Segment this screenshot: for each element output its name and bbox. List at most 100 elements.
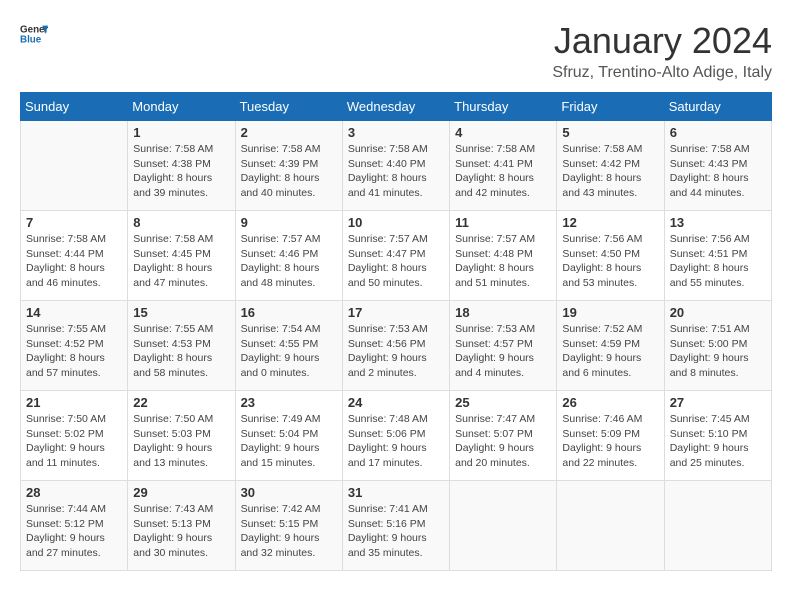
logo-icon: General Blue (20, 20, 48, 48)
weekday-header-wednesday: Wednesday (342, 93, 449, 121)
svg-text:Blue: Blue (20, 34, 42, 45)
day-number: 2 (241, 125, 337, 140)
day-number: 1 (133, 125, 229, 140)
day-cell (664, 481, 771, 571)
day-info: Sunrise: 7:58 AMSunset: 4:43 PMDaylight:… (670, 142, 766, 201)
day-cell: 21 Sunrise: 7:50 AMSunset: 5:02 PMDayligh… (21, 391, 128, 481)
day-number: 29 (133, 485, 229, 500)
day-info: Sunrise: 7:44 AMSunset: 5:12 PMDaylight:… (26, 502, 122, 561)
day-info: Sunrise: 7:46 AMSunset: 5:09 PMDaylight:… (562, 412, 658, 471)
day-info: Sunrise: 7:51 AMSunset: 5:00 PMDaylight:… (670, 322, 766, 381)
day-cell: 5 Sunrise: 7:58 AMSunset: 4:42 PMDaylight… (557, 121, 664, 211)
day-cell: 27Sunrise: 7:45 AMSunset: 5:10 PMDayligh… (664, 391, 771, 481)
day-cell: 9Sunrise: 7:57 AMSunset: 4:46 PMDaylight… (235, 211, 342, 301)
day-number: 5 (562, 125, 658, 140)
day-cell: 31 Sunrise: 7:41 AMSunset: 5:16 PMDayligh… (342, 481, 449, 571)
day-cell: 23Sunrise: 7:49 AMSunset: 5:04 PMDayligh… (235, 391, 342, 481)
day-number: 14 (26, 305, 122, 320)
day-info: Sunrise: 7:58 AMSunset: 4:41 PMDaylight:… (455, 142, 551, 201)
day-cell: 11 Sunrise: 7:57 AMSunset: 4:48 PMDayligh… (450, 211, 557, 301)
day-info: Sunrise: 7:56 AMSunset: 4:51 PMDaylight:… (670, 232, 766, 291)
day-info: Sunrise: 7:58 AMSunset: 4:39 PMDaylight:… (241, 142, 337, 201)
day-number: 7 (26, 215, 122, 230)
day-cell: 10Sunrise: 7:57 AMSunset: 4:47 PMDayligh… (342, 211, 449, 301)
day-number: 28 (26, 485, 122, 500)
day-number: 26 (562, 395, 658, 410)
weekday-header-saturday: Saturday (664, 93, 771, 121)
day-cell: 14 Sunrise: 7:55 AMSunset: 4:52 PMDayligh… (21, 301, 128, 391)
week-row-2: 7 Sunrise: 7:58 AMSunset: 4:44 PMDaylight… (21, 211, 772, 301)
location-title: Sfruz, Trentino-Alto Adige, Italy (552, 64, 772, 82)
day-cell: 25Sunrise: 7:47 AMSunset: 5:07 PMDayligh… (450, 391, 557, 481)
day-info: Sunrise: 7:58 AMSunset: 4:45 PMDaylight:… (133, 232, 229, 291)
day-info: Sunrise: 7:50 AMSunset: 5:02 PMDaylight:… (26, 412, 122, 471)
week-row-4: 21 Sunrise: 7:50 AMSunset: 5:02 PMDayligh… (21, 391, 772, 481)
day-cell: 13 Sunrise: 7:56 AMSunset: 4:51 PMDayligh… (664, 211, 771, 301)
day-info: Sunrise: 7:50 AMSunset: 5:03 PMDaylight:… (133, 412, 229, 471)
weekday-header-row: SundayMondayTuesdayWednesdayThursdayFrid… (21, 93, 772, 121)
day-info: Sunrise: 7:41 AMSunset: 5:16 PMDaylight:… (348, 502, 444, 561)
day-number: 22 (133, 395, 229, 410)
day-number: 11 (455, 215, 551, 230)
day-cell: 29 Sunrise: 7:43 AMSunset: 5:13 PMDayligh… (128, 481, 235, 571)
weekday-header-monday: Monday (128, 93, 235, 121)
day-cell: 16Sunrise: 7:54 AMSunset: 4:55 PMDayligh… (235, 301, 342, 391)
day-number: 6 (670, 125, 766, 140)
day-info: Sunrise: 7:58 AMSunset: 4:40 PMDaylight:… (348, 142, 444, 201)
day-cell (557, 481, 664, 571)
day-info: Sunrise: 7:43 AMSunset: 5:13 PMDaylight:… (133, 502, 229, 561)
day-info: Sunrise: 7:56 AMSunset: 4:50 PMDaylight:… (562, 232, 658, 291)
weekday-header-tuesday: Tuesday (235, 93, 342, 121)
day-info: Sunrise: 7:57 AMSunset: 4:46 PMDaylight:… (241, 232, 337, 291)
day-number: 31 (348, 485, 444, 500)
weekday-header-friday: Friday (557, 93, 664, 121)
day-number: 12 (562, 215, 658, 230)
day-cell: 7 Sunrise: 7:58 AMSunset: 4:44 PMDaylight… (21, 211, 128, 301)
day-number: 3 (348, 125, 444, 140)
day-cell: 17Sunrise: 7:53 AMSunset: 4:56 PMDayligh… (342, 301, 449, 391)
day-number: 16 (241, 305, 337, 320)
day-info: Sunrise: 7:55 AMSunset: 4:52 PMDaylight:… (26, 322, 122, 381)
day-info: Sunrise: 7:53 AMSunset: 4:56 PMDaylight:… (348, 322, 444, 381)
day-cell: 19Sunrise: 7:52 AMSunset: 4:59 PMDayligh… (557, 301, 664, 391)
week-row-3: 14 Sunrise: 7:55 AMSunset: 4:52 PMDayligh… (21, 301, 772, 391)
day-number: 21 (26, 395, 122, 410)
day-info: Sunrise: 7:57 AMSunset: 4:48 PMDaylight:… (455, 232, 551, 291)
day-number: 13 (670, 215, 766, 230)
day-number: 23 (241, 395, 337, 410)
day-cell: 2 Sunrise: 7:58 AMSunset: 4:39 PMDaylight… (235, 121, 342, 211)
day-cell (450, 481, 557, 571)
day-number: 27 (670, 395, 766, 410)
day-cell: 18Sunrise: 7:53 AMSunset: 4:57 PMDayligh… (450, 301, 557, 391)
day-number: 25 (455, 395, 551, 410)
header: General Blue January 2024 Sfruz, Trentin… (20, 20, 772, 82)
day-number: 24 (348, 395, 444, 410)
week-row-5: 28 Sunrise: 7:44 AMSunset: 5:12 PMDayligh… (21, 481, 772, 571)
day-info: Sunrise: 7:48 AMSunset: 5:06 PMDaylight:… (348, 412, 444, 471)
day-number: 30 (241, 485, 337, 500)
calendar: SundayMondayTuesdayWednesdayThursdayFrid… (20, 92, 772, 571)
day-info: Sunrise: 7:52 AMSunset: 4:59 PMDaylight:… (562, 322, 658, 381)
day-info: Sunrise: 7:42 AMSunset: 5:15 PMDaylight:… (241, 502, 337, 561)
day-cell: 1Sunrise: 7:58 AMSunset: 4:38 PMDaylight… (128, 121, 235, 211)
day-cell: 28 Sunrise: 7:44 AMSunset: 5:12 PMDayligh… (21, 481, 128, 571)
title-area: January 2024 Sfruz, Trentino-Alto Adige,… (552, 20, 772, 82)
day-cell: 30 Sunrise: 7:42 AMSunset: 5:15 PMDayligh… (235, 481, 342, 571)
day-number: 18 (455, 305, 551, 320)
day-number: 20 (670, 305, 766, 320)
day-cell: 4 Sunrise: 7:58 AMSunset: 4:41 PMDaylight… (450, 121, 557, 211)
day-cell: 6 Sunrise: 7:58 AMSunset: 4:43 PMDaylight… (664, 121, 771, 211)
day-cell: 3 Sunrise: 7:58 AMSunset: 4:40 PMDaylight… (342, 121, 449, 211)
weekday-header-sunday: Sunday (21, 93, 128, 121)
day-number: 8 (133, 215, 229, 230)
month-title: January 2024 (552, 20, 772, 62)
day-number: 15 (133, 305, 229, 320)
day-cell (21, 121, 128, 211)
day-number: 4 (455, 125, 551, 140)
weekday-header-thursday: Thursday (450, 93, 557, 121)
day-cell: 26 Sunrise: 7:46 AMSunset: 5:09 PMDayligh… (557, 391, 664, 481)
day-info: Sunrise: 7:58 AMSunset: 4:44 PMDaylight:… (26, 232, 122, 291)
day-cell: 8 Sunrise: 7:58 AMSunset: 4:45 PMDaylight… (128, 211, 235, 301)
day-info: Sunrise: 7:58 AMSunset: 4:42 PMDaylight:… (562, 142, 658, 201)
day-number: 10 (348, 215, 444, 230)
